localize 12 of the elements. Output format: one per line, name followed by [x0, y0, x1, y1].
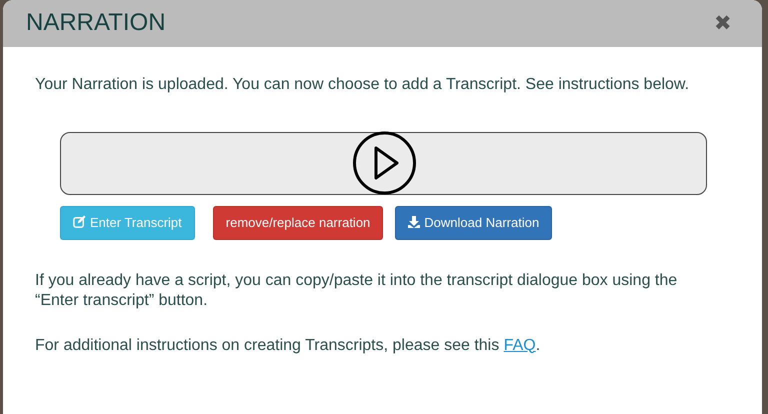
close-button[interactable]: ✖ [714, 13, 732, 34]
remove-narration-button[interactable]: remove/replace narration [212, 206, 384, 240]
download-icon [408, 216, 420, 228]
intro-text: Your Narration is uploaded. You can now choose to add a Transcript. See instructions below. [35, 75, 690, 95]
download-button[interactable]: Download Narration [395, 206, 552, 240]
faq-instructions-text: For additional instructions on creating Transcripts, please see this FAQ. [35, 336, 542, 356]
dialog-title: NARRATION [26, 9, 166, 38]
paste-instructions-text: If you already have a script, you can copy/paste it into the transcript dialogue box using the “Enter transcript” button. [35, 270, 678, 310]
play-button[interactable] [353, 131, 416, 195]
enter-transcript-button[interactable]: Enter Transcript [60, 206, 195, 240]
faq-link[interactable]: FAQ [504, 336, 536, 354]
edit-icon [73, 215, 86, 228]
